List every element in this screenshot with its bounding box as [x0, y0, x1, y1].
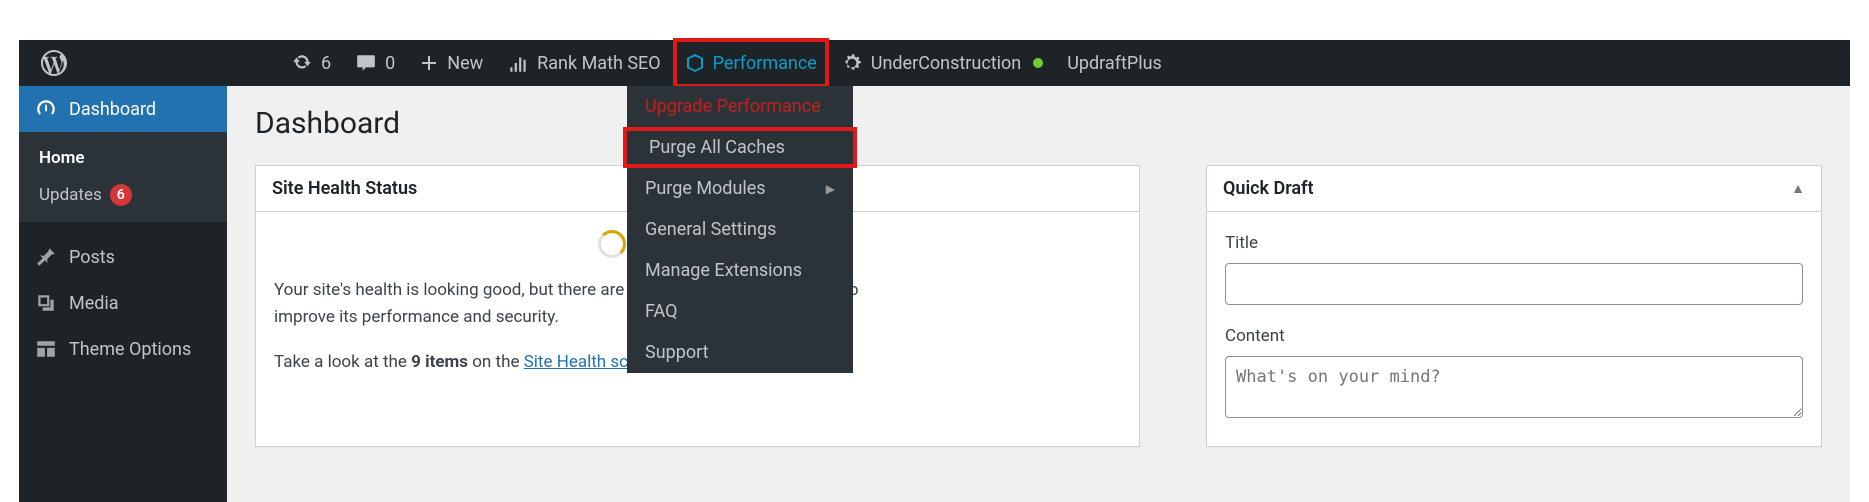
dropdown-purge-modules[interactable]: Purge Modules ▶	[627, 168, 853, 209]
text: improve its performance and security.	[274, 307, 559, 327]
status-dot-icon	[1033, 58, 1043, 68]
page-title: Dashboard	[255, 106, 1822, 141]
refresh-icon	[291, 52, 313, 74]
content-textarea[interactable]	[1225, 356, 1803, 418]
dd-label: FAQ	[645, 301, 677, 322]
dropdown-support[interactable]: Support	[627, 332, 853, 373]
gear-icon	[841, 52, 863, 74]
menu-label: Dashboard	[69, 99, 156, 120]
layout-icon	[35, 338, 57, 360]
chart-icon	[507, 52, 529, 74]
updraft-label: UpdraftPlus	[1067, 53, 1162, 74]
rankmath-item[interactable]: Rank Math SEO	[495, 40, 673, 86]
panel-header[interactable]: Quick Draft ▲	[1207, 166, 1821, 212]
new-label: New	[447, 53, 483, 74]
admin-bar: 6 0 New Rank Math SEO Performance	[19, 40, 1850, 86]
submenu-arrow-icon: ▶	[826, 182, 835, 196]
dd-label: Upgrade Performance	[645, 96, 821, 117]
wordpress-icon	[41, 50, 67, 76]
comments-count: 0	[385, 53, 395, 74]
submenu-updates[interactable]: Updates 6	[19, 176, 227, 214]
media-icon	[35, 292, 57, 314]
panel-title: Quick Draft	[1223, 178, 1314, 199]
new-content[interactable]: New	[407, 40, 495, 86]
menu-posts[interactable]: Posts	[19, 234, 227, 280]
text: Take a look at the	[274, 352, 411, 372]
dd-label: Purge Modules	[645, 178, 766, 199]
text: on the	[468, 352, 524, 372]
menu-label: Theme Options	[69, 339, 191, 360]
submenu-home[interactable]: Home	[19, 140, 227, 176]
updates-indicator[interactable]: 6	[279, 40, 343, 86]
underconstruction-item[interactable]: UnderConstruction	[829, 40, 1055, 86]
updates-badge: 6	[110, 184, 132, 206]
submenu-label: Updates	[39, 185, 102, 205]
dropdown-manage-extensions[interactable]: Manage Extensions	[627, 250, 853, 291]
dropdown-faq[interactable]: FAQ	[627, 291, 853, 332]
menu-media[interactable]: Media	[19, 280, 227, 326]
dashboard-submenu: Home Updates 6	[19, 132, 227, 222]
health-ring-icon	[598, 230, 626, 258]
comment-icon	[355, 52, 377, 74]
menu-theme-options[interactable]: Theme Options	[19, 326, 227, 372]
dd-label: General Settings	[645, 219, 776, 240]
quick-draft-panel: Quick Draft ▲ Title Content	[1206, 165, 1822, 447]
dd-label: Manage Extensions	[645, 260, 802, 281]
dropdown-general-settings[interactable]: General Settings	[627, 209, 853, 250]
dashboard-icon	[35, 98, 57, 120]
updates-count: 6	[321, 53, 331, 74]
submenu-label: Home	[39, 148, 85, 168]
pin-icon	[35, 246, 57, 268]
content-label: Content	[1225, 323, 1803, 350]
performance-dropdown: Upgrade Performance Purge All Caches Pur…	[627, 86, 853, 373]
underconstruction-label: UnderConstruction	[871, 53, 1021, 74]
panel-toggle-icon[interactable]: ▲	[1791, 180, 1805, 197]
cube-icon	[685, 53, 705, 73]
rankmath-label: Rank Math SEO	[537, 53, 661, 74]
content-area: Dashboard Site Health Status Should be i…	[227, 86, 1850, 502]
dd-label: Purge All Caches	[649, 137, 785, 158]
title-label: Title	[1225, 230, 1803, 257]
performance-item[interactable]: Performance	[673, 40, 829, 86]
panel-title: Site Health Status	[272, 178, 417, 199]
admin-sidebar: Dashboard Home Updates 6 Posts Media	[19, 86, 227, 502]
menu-label: Media	[69, 293, 119, 314]
dropdown-purge-all[interactable]: Purge All Caches	[623, 127, 857, 168]
dropdown-upgrade[interactable]: Upgrade Performance	[627, 86, 853, 127]
performance-label: Performance	[713, 53, 817, 74]
updraft-item[interactable]: UpdraftPlus	[1055, 40, 1174, 86]
comments-indicator[interactable]: 0	[343, 40, 407, 86]
dd-label: Support	[645, 342, 709, 363]
menu-dashboard[interactable]: Dashboard	[19, 86, 227, 132]
menu-label: Posts	[69, 247, 115, 268]
wp-logo[interactable]	[29, 40, 79, 86]
plus-icon	[419, 53, 439, 73]
title-input[interactable]	[1225, 263, 1803, 305]
item-count: 9 items	[411, 352, 468, 372]
